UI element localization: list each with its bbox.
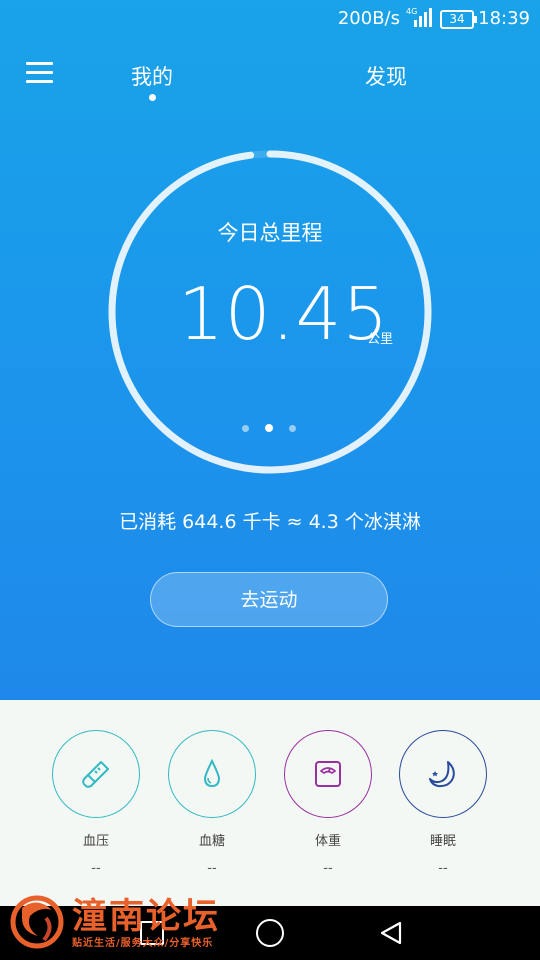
health-label: 血压	[82, 834, 109, 849]
water-drop-icon	[203, 758, 221, 788]
back-icon[interactable]	[378, 920, 404, 946]
thermometer-icon	[82, 761, 109, 788]
health-label: 睡眠	[429, 834, 456, 849]
page-dot	[242, 425, 249, 432]
health-metrics: 血压 -- 血糖 -- 体重 -- 睡眠 --	[0, 700, 540, 906]
distance-value: 10.45	[178, 272, 390, 356]
tab-discover[interactable]: 发现	[365, 61, 407, 91]
health-value: --	[207, 861, 217, 876]
status-bar: 200B/s 4G 34 18:39	[0, 0, 540, 36]
health-value: --	[91, 861, 101, 876]
page-indicator	[242, 417, 312, 436]
health-item-sleep[interactable]: 睡眠 --	[397, 730, 489, 876]
health-label: 血糖	[198, 834, 225, 849]
health-value: --	[438, 861, 448, 876]
forum-logo-icon	[10, 895, 64, 949]
home-icon[interactable]	[256, 919, 284, 947]
distance-unit: 公里	[367, 332, 394, 347]
page-dot	[265, 424, 273, 432]
weight-circle[interactable]	[284, 730, 372, 818]
tab-active-indicator	[149, 94, 156, 101]
ring-title: 今日总里程	[217, 221, 323, 245]
menu-icon[interactable]	[26, 62, 53, 84]
sleep-circle[interactable]	[399, 730, 487, 818]
network-type: 4G	[406, 7, 417, 16]
health-item-blood-pressure[interactable]: 血压 --	[50, 730, 142, 876]
health-value: --	[323, 861, 333, 876]
blood-pressure-circle[interactable]	[52, 730, 140, 818]
go-exercise-button[interactable]: 去运动	[150, 572, 388, 627]
forum-watermark: 潼南论坛 贴近生活/服务大众/分享快乐	[8, 888, 248, 958]
watermark-subtitle: 贴近生活/服务大众/分享快乐	[72, 938, 214, 949]
health-item-blood-sugar[interactable]: 血糖 --	[166, 730, 258, 876]
clock: 18:39	[478, 8, 530, 29]
calorie-summary: 已消耗 644.6 千卡 ≈ 4.3 个冰淇淋	[119, 511, 421, 533]
tab-mine[interactable]: 我的	[131, 61, 173, 91]
page-dot	[289, 425, 296, 432]
health-item-weight[interactable]: 体重 --	[282, 730, 374, 876]
moon-icon	[429, 761, 455, 788]
top-panel: 200B/s 4G 34 18:39 我的 发现 今日总里程 10.45 公里 …	[0, 0, 540, 700]
scale-icon	[315, 761, 341, 787]
blood-sugar-circle[interactable]	[168, 730, 256, 818]
signal-icon: 4G	[406, 7, 432, 27]
battery-icon: 34	[440, 10, 477, 29]
health-label: 体重	[314, 834, 341, 849]
network-speed: 200B/s	[337, 8, 400, 29]
watermark-title: 潼南论坛	[72, 896, 221, 937]
